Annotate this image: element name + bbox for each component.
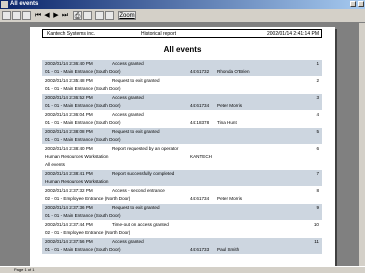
event-card-number: 44:61734 — [190, 103, 210, 108]
event-row: 2002/01/14 2:36:04 PM Access granted 4 01 -… — [42, 111, 322, 128]
event-cardholder: Tina Hunt — [217, 120, 237, 125]
event-description: Access granted — [112, 239, 144, 244]
event-description: Request to exit granted — [112, 78, 160, 83]
event-card-number: KANTECH — [190, 154, 212, 159]
event-description: Report successfully completed — [112, 171, 175, 176]
toolbar: ⏮ ◀ ▶ ⏭ ⎙ Zoom — [0, 9, 365, 23]
event-number: 4 — [316, 112, 319, 117]
report-type: Historical report — [141, 31, 177, 37]
event-time: 2002/01/14 2:37:32 PM — [45, 188, 93, 193]
event-card-number: 44:61733 — [190, 247, 210, 252]
event-card-number: 44:61734 — [190, 196, 210, 201]
event-description: Access granted — [112, 112, 144, 117]
print-preview-icon[interactable] — [2, 11, 11, 20]
event-time: 2002/01/14 2:38:08 PM — [45, 129, 93, 134]
event-location: 02 - 01 - Employee Entrance (North Door) — [45, 196, 131, 201]
event-cardholder: Rhonda O'Brien — [217, 69, 250, 74]
event-card-number: 44:61732 — [190, 69, 210, 74]
event-list: 2002/01/14 2:36:40 PM Access granted 1 01 -… — [42, 60, 322, 255]
event-card-number: 44:18378 — [190, 120, 210, 125]
event-row: 2002/01/14 2:37:56 PM Access granted 11 01 … — [42, 238, 322, 255]
event-location: 01 - 01 - Main Entrance (South Door) — [45, 120, 121, 125]
event-row: 2002/01/14 2:37:32 PM Access - second ent… — [42, 187, 322, 204]
app-icon — [1, 1, 8, 8]
event-number: 7 — [316, 171, 319, 176]
event-row: 2002/01/14 2:38:41 PM Report successfully… — [42, 170, 322, 187]
event-number: 1 — [316, 61, 319, 66]
event-time: 2002/01/14 2:36:40 PM — [45, 61, 93, 66]
event-time: 2002/01/14 2:37:36 PM — [45, 205, 93, 210]
event-time: 2002/01/14 2:37:44 PM — [45, 222, 93, 227]
event-time: 2002/01/14 2:37:56 PM — [45, 239, 93, 244]
printer-setup-icon[interactable] — [83, 11, 92, 20]
event-row: 2002/01/14 2:36:52 PM Access granted 3 01 -… — [42, 94, 322, 111]
last-page-icon[interactable]: ⏭ — [61, 11, 69, 20]
event-number: 3 — [316, 95, 319, 100]
first-page-icon[interactable]: ⏮ — [34, 11, 42, 20]
vertical-scrollbar[interactable] — [359, 23, 365, 266]
report-window: All events ⏮ ◀ ▶ ⏭ ⎙ Zoom Kantech System… — [0, 0, 365, 273]
event-time: 2002/01/14 2:38:40 PM — [45, 146, 93, 151]
event-description: Request to exit granted — [112, 205, 160, 210]
report-title: All events — [163, 45, 202, 54]
event-description: Access granted — [112, 95, 144, 100]
event-row: 2002/01/14 2:38:08 PM Request to exit gra… — [42, 128, 322, 145]
event-number: 11 — [314, 239, 319, 244]
minimize-button[interactable] — [350, 1, 356, 7]
event-number: 6 — [316, 146, 319, 151]
event-cardholder: Peter Morris — [217, 196, 243, 201]
company-name: Kantech Systems inc. — [47, 31, 96, 37]
event-location: 01 - 01 - Main Entrance (South Door) — [45, 86, 121, 91]
event-description: Time-out on access granted — [112, 222, 169, 227]
event-location: 01 - 01 - Main Entrance (South Door) — [45, 103, 121, 108]
event-location: Human Resources Workstation — [45, 154, 109, 159]
report-header: Kantech Systems inc. Historical report 2… — [42, 29, 322, 38]
export-icon[interactable] — [22, 11, 31, 20]
page-setup-icon[interactable] — [12, 11, 21, 20]
event-location: 01 - 01 - Main Entrance (South Door) — [45, 247, 121, 252]
event-location: 02 - 01 - Employee Entrance (North Door) — [45, 230, 131, 235]
event-cardholder: Peter Morris — [217, 103, 243, 108]
event-location: 01 - 01 - Main Entrance (South Door) — [45, 213, 121, 218]
event-number: 8 — [316, 188, 319, 193]
event-row: 2002/01/14 2:35:48 PM Request to exit gra… — [42, 77, 322, 94]
event-number: 2 — [316, 78, 319, 83]
event-time: 2002/01/14 2:36:52 PM — [45, 95, 93, 100]
report-timestamp: 2002/01/14 2:41:14 PM — [267, 31, 319, 37]
previous-page-icon[interactable]: ◀ — [43, 11, 51, 20]
event-cardholder: Paul Smith — [217, 247, 240, 252]
event-time: 2002/01/14 2:35:48 PM — [45, 78, 93, 83]
report-page: Kantech Systems inc. Historical report 2… — [30, 27, 335, 266]
event-number: 9 — [316, 205, 319, 210]
title-bar: All events — [0, 0, 365, 9]
print-icon[interactable]: ⎙ — [73, 11, 82, 20]
event-location: 01 - 01 - Main Entrance (South Door) — [45, 137, 121, 142]
zoom-button[interactable]: Zoom — [118, 11, 136, 20]
event-number: 10 — [313, 222, 319, 227]
window-title: All events — [10, 1, 39, 7]
event-location: Human Resources Workstation — [45, 179, 109, 184]
save-icon[interactable] — [95, 11, 104, 20]
event-details: All events — [45, 162, 65, 167]
event-row: 2002/01/14 2:36:40 PM Access granted 1 01 -… — [42, 60, 322, 77]
event-row: 2002/01/14 2:38:40 PM Report requested by… — [42, 145, 322, 170]
event-description: Access - second entrance — [112, 188, 165, 193]
event-time: 2002/01/14 2:38:41 PM — [45, 171, 93, 176]
event-row: 2002/01/14 2:37:44 PM Time-out on access … — [42, 221, 322, 238]
event-location: 01 - 01 - Main Entrance (South Door) — [45, 69, 121, 74]
next-page-icon[interactable]: ▶ — [52, 11, 60, 20]
close-button[interactable] — [358, 1, 364, 7]
event-description: Access granted — [112, 61, 144, 66]
preview-area[interactable]: Kantech Systems inc. Historical report 2… — [0, 23, 365, 266]
event-row: 2002/01/14 2:37:36 PM Request to exit gra… — [42, 204, 322, 221]
page-indicator: Page 1 of 1 — [14, 267, 35, 272]
event-description: Report requested by an operator — [112, 146, 179, 151]
event-number: 5 — [316, 129, 319, 134]
email-icon[interactable] — [105, 11, 114, 20]
event-time: 2002/01/14 2:36:04 PM — [45, 112, 93, 117]
event-description: Request to exit granted — [112, 129, 160, 134]
